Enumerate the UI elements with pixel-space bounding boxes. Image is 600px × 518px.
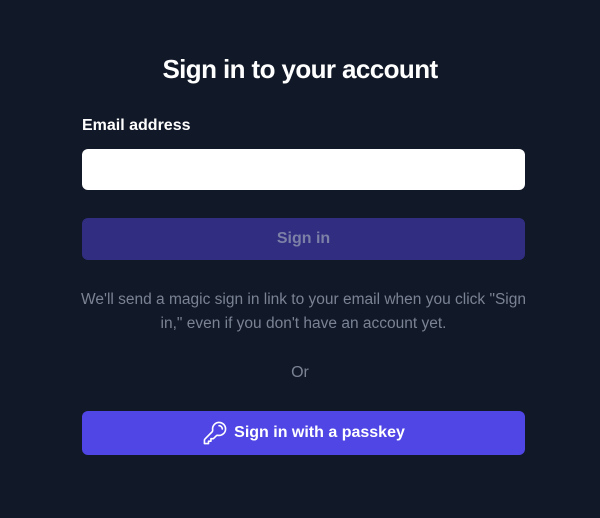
passkey-button-label: Sign in with a passkey <box>234 424 405 441</box>
or-divider: Or <box>291 364 309 381</box>
key-icon <box>202 420 228 446</box>
page-title: Sign in to your account <box>162 54 438 84</box>
sign-in-button[interactable]: Sign in <box>82 218 525 260</box>
magic-link-help-text: We'll send a magic sign in link to your … <box>81 291 526 332</box>
sign-in-page: Sign in to your account Email address Si… <box>0 0 600 518</box>
email-field[interactable] <box>82 149 525 190</box>
passkey-sign-in-button[interactable]: Sign in with a passkey <box>82 411 525 455</box>
email-label: Email address <box>82 117 191 134</box>
